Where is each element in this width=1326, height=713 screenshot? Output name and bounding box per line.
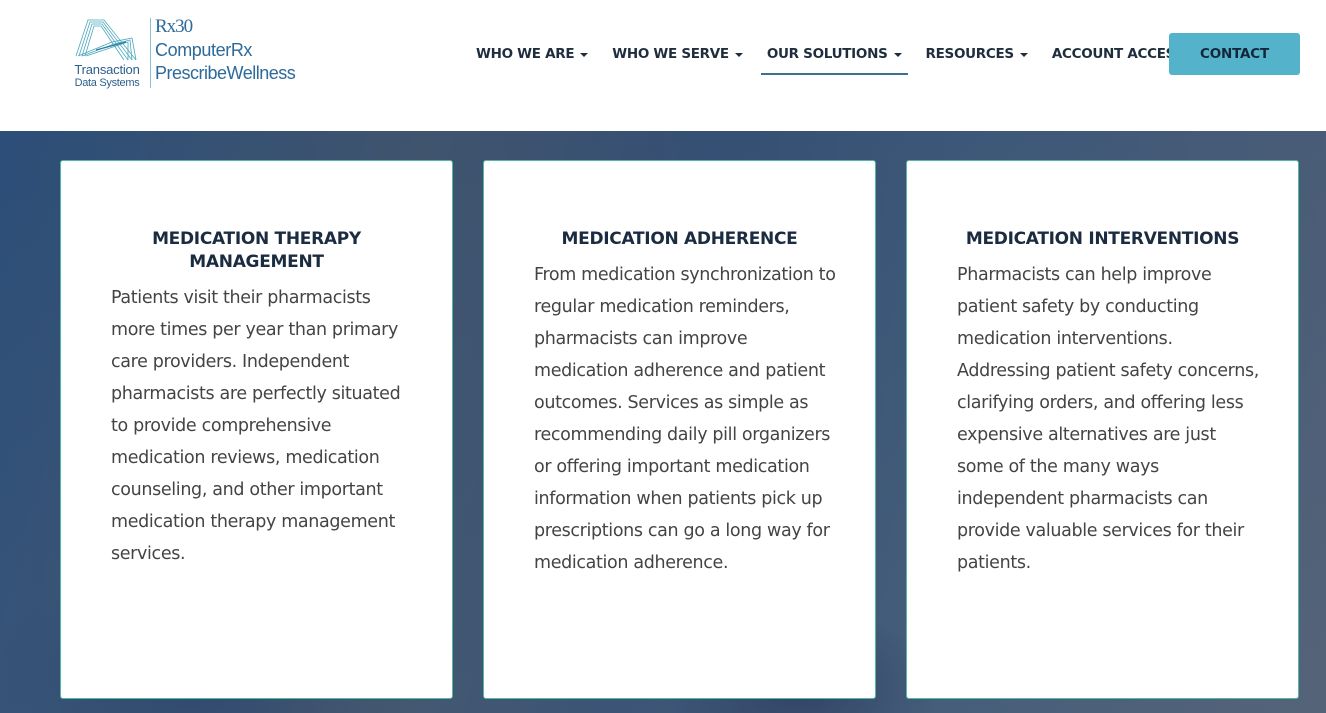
company-logo[interactable]: Transaction Data Systems Rx30 ComputerRx…	[68, 16, 308, 92]
tds-logo-mark-icon	[75, 19, 137, 61]
nav-label: OUR SOLUTIONS	[766, 46, 888, 62]
brand-prescribewellness: PrescribeWellness	[155, 63, 296, 83]
card-medication-interventions: MEDICATION INTERVENTIONS Pharmacists can…	[906, 160, 1299, 699]
caret-down-icon	[580, 52, 589, 57]
card-medication-therapy-management: MEDICATION THERAPY MANAGEMENT Patients v…	[60, 160, 453, 699]
card-title: MEDICATION THERAPY MANAGEMENT	[152, 229, 361, 272]
nav-our-solutions[interactable]: OUR SOLUTIONS	[760, 33, 908, 75]
card-body: From medication synchronization to regul…	[534, 265, 836, 573]
nav-label: WHO WE SERVE	[612, 46, 729, 62]
caret-down-icon	[734, 52, 743, 57]
card-body: Patients visit their pharmacists more ti…	[111, 288, 401, 564]
logo-divider	[150, 18, 151, 88]
nav-resources[interactable]: RESOURCES	[920, 33, 1034, 75]
tds-logo: Transaction Data Systems	[68, 16, 146, 92]
card-medication-adherence: MEDICATION ADHERENCE From medication syn…	[483, 160, 876, 699]
card-body: Pharmacists can help improve patient saf…	[957, 265, 1259, 573]
caret-down-icon	[1019, 52, 1028, 57]
logo-company-line2: Data Systems	[74, 77, 140, 89]
nav-label: WHO WE ARE	[476, 46, 575, 62]
card-title: MEDICATION ADHERENCE	[561, 229, 798, 249]
caret-down-icon	[893, 52, 902, 57]
contact-button[interactable]: CONTACT	[1169, 33, 1300, 75]
nav-who-we-are[interactable]: WHO WE ARE	[470, 33, 594, 75]
brand-computerrx: ComputerRx	[155, 40, 253, 60]
brand-list: Rx30 ComputerRx PrescribeWellness	[155, 16, 296, 92]
main-nav: WHO WE ARE WHO WE SERVE OUR SOLUTIONS RE…	[470, 33, 1202, 75]
site-header: Transaction Data Systems Rx30 ComputerRx…	[0, 0, 1326, 131]
nav-who-we-serve[interactable]: WHO WE SERVE	[606, 33, 749, 75]
nav-label: ACCOUNT ACCESS	[1051, 46, 1184, 62]
card-title: MEDICATION INTERVENTIONS	[965, 229, 1240, 249]
logo-company-line1: Transaction	[74, 62, 140, 77]
brand-rx30: Rx30	[155, 16, 193, 37]
solutions-section: MEDICATION THERAPY MANAGEMENT Patients v…	[0, 131, 1326, 713]
nav-label: RESOURCES	[925, 46, 1015, 62]
